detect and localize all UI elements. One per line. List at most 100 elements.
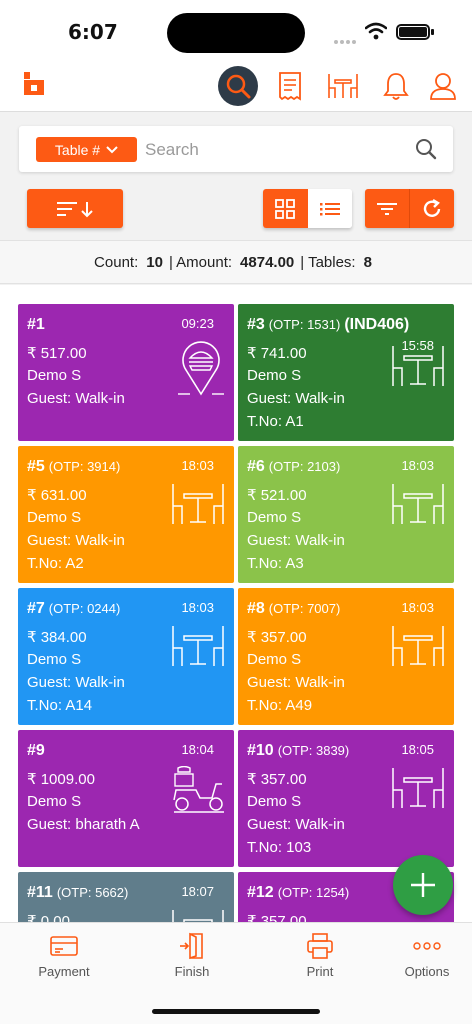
order-otp: (OTP: 7007) [268, 601, 341, 616]
dining-table-icon [392, 484, 444, 524]
tables-value: 8 [363, 253, 372, 271]
order-number: #11 [27, 884, 53, 901]
order-number: #8 [247, 600, 265, 617]
nav-label: Finish [174, 964, 210, 979]
printer-icon [307, 933, 333, 959]
order-ref: (IND406) [344, 316, 410, 333]
order-card[interactable]: #5 (OTP: 3914) 18:03 ₹ 631.00 Demo S Gues… [18, 446, 234, 583]
table-icon[interactable] [323, 66, 363, 106]
order-staff: Demo S [27, 651, 82, 668]
order-amount: ₹ 0.00 [27, 913, 70, 922]
status-bar: 6:07 [0, 0, 472, 62]
refresh-icon [423, 198, 441, 217]
signal-icon [334, 31, 358, 49]
order-guest: Guest: Walk-in [247, 532, 345, 549]
filter-button[interactable] [365, 189, 410, 228]
grid-view-button[interactable] [263, 189, 308, 228]
order-number: #3 [247, 316, 265, 333]
nav-finish[interactable]: Finish [133, 931, 251, 979]
order-table: T.No: A1 [247, 413, 304, 430]
table-filter-dropdown[interactable]: Table # [36, 137, 137, 162]
battery-tip [431, 29, 434, 35]
order-card[interactable]: #10 (OTP: 3839) 18:05 ₹ 357.00 Demo S Gue… [238, 730, 454, 867]
order-time: 18:04 [181, 742, 214, 757]
burger-location-icon [178, 341, 224, 396]
search-icon[interactable] [415, 138, 437, 160]
dining-table-icon [392, 768, 444, 808]
user-icon[interactable] [423, 66, 463, 106]
order-time: 18:07 [181, 884, 214, 899]
order-amount: ₹ 517.00 [27, 345, 87, 362]
order-time: 18:05 [401, 742, 434, 757]
payment-card-icon [50, 936, 78, 956]
view-toggle [263, 189, 352, 228]
order-staff: Demo S [27, 793, 82, 810]
order-staff: Demo S [27, 367, 82, 384]
nav-label: Print [306, 964, 334, 979]
status-time: 6:07 [68, 20, 118, 44]
bell-icon[interactable] [376, 66, 416, 106]
order-staff: Demo S [247, 509, 302, 526]
order-card[interactable]: #8 (OTP: 7007) 18:03 ₹ 357.00 Demo S Gues… [238, 588, 454, 725]
search-icon[interactable] [218, 66, 258, 106]
order-otp: (OTP: 1531) [268, 317, 341, 332]
receipt-icon[interactable] [270, 66, 310, 106]
table-filter-label: Table # [54, 141, 101, 158]
order-card[interactable]: #11 (OTP: 5662) 18:07 ₹ 0.00 [18, 872, 234, 922]
order-table: T.No: A2 [27, 555, 84, 572]
more-dots-icon [413, 942, 441, 950]
nav-payment[interactable]: Payment [5, 931, 123, 979]
refresh-button[interactable] [410, 189, 454, 228]
search-input[interactable] [145, 136, 405, 164]
dining-table-icon [172, 626, 224, 666]
order-amount: ₹ 384.00 [27, 629, 87, 646]
order-otp: (OTP: 1254) [277, 885, 350, 900]
order-time: 18:03 [181, 600, 214, 615]
order-card[interactable]: #3 (OTP: 1531) (IND406) 15:58 ₹ 741.00 Dem… [238, 304, 454, 441]
order-table: T.No: 103 [247, 839, 312, 856]
order-number: #12 [247, 884, 274, 901]
order-guest: Guest: Walk-in [27, 390, 125, 407]
order-summary: Count: 10 | Amount: 4874.00 | Tables: 8 [0, 240, 472, 284]
order-card[interactable]: #6 (OTP: 2103) 18:03 ₹ 521.00 Demo S Gues… [238, 446, 454, 583]
home-indicator [152, 1009, 320, 1014]
order-number: #10 [247, 742, 274, 759]
list-view-button[interactable] [307, 189, 352, 228]
order-otp: (OTP: 2103) [268, 459, 341, 474]
battery-icon [396, 24, 430, 40]
dining-table-icon [392, 626, 444, 666]
amount-label: | Amount: [168, 253, 233, 271]
order-staff: Demo S [247, 651, 302, 668]
sort-button[interactable] [27, 189, 123, 228]
order-table: T.No: A49 [247, 697, 313, 714]
filter-icon [377, 202, 397, 215]
order-card[interactable]: #1 09:23 ₹ 517.00 Demo S Guest: Walk-in [18, 304, 234, 441]
list-icon [319, 202, 340, 215]
chevron-down-icon [106, 145, 118, 153]
add-order-button[interactable] [393, 855, 453, 915]
order-table: T.No: A3 [247, 555, 304, 572]
order-guest: Guest: bharath A [27, 816, 140, 833]
order-time: 18:03 [401, 600, 434, 615]
delivery-scooter-icon [173, 766, 224, 813]
order-otp: (OTP: 3839) [277, 743, 350, 758]
order-guest: Guest: Walk-in [247, 816, 345, 833]
nav-options[interactable]: Options [368, 931, 472, 979]
order-amount: ₹ 357.00 [247, 771, 307, 788]
order-amount: ₹ 741.00 [247, 345, 307, 362]
order-guest: Guest: Walk-in [247, 674, 345, 691]
order-guest: Guest: Walk-in [27, 674, 125, 691]
wifi-icon [365, 22, 387, 40]
order-card[interactable]: #7 (OTP: 0244) 18:03 ₹ 384.00 Demo S Gues… [18, 588, 234, 725]
sort-icon [57, 201, 93, 217]
order-card[interactable]: #9 18:04 ₹ 1009.00 Demo S Guest: bharath… [18, 730, 234, 867]
order-amount: ₹ 357.00 [247, 913, 307, 922]
order-time: 18:03 [181, 458, 214, 473]
order-amount: ₹ 357.00 [247, 629, 307, 646]
dining-table-icon [172, 910, 224, 922]
logo-icon[interactable] [24, 72, 46, 96]
count-value: 10 [146, 253, 163, 271]
order-time: 18:03 [401, 458, 434, 473]
count-label: Count: [94, 253, 139, 271]
nav-print[interactable]: Print [261, 931, 379, 979]
